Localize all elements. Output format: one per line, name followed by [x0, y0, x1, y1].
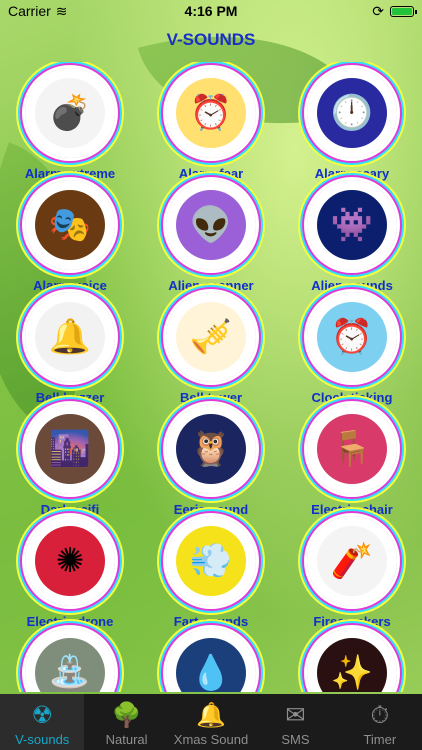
sound-label: Alien sounds: [311, 278, 393, 293]
page-title: V-SOUNDS: [166, 30, 256, 49]
sound-badge[interactable]: 🦉: [166, 404, 256, 494]
tab-sms[interactable]: ✉ SMS: [253, 694, 337, 750]
sound-item[interactable]: 🎭 Alarm voice: [0, 180, 140, 293]
sound-label: Bell tower: [179, 390, 243, 405]
tab-label: Natural: [105, 732, 148, 747]
tab-label: Xmas Sound: [173, 732, 249, 747]
sound-item[interactable]: 🕛 Alarm scary: [282, 68, 422, 181]
sound-item[interactable]: 🎺 Bell tower: [141, 292, 281, 405]
sound-badge[interactable]: 🧨: [307, 516, 397, 606]
battery-icon: [390, 5, 417, 17]
sound-label: Alien scanner: [168, 278, 254, 293]
sound-item[interactable]: ⛲: [0, 628, 140, 692]
sound-item[interactable]: ⏰ Alarm fear: [141, 68, 281, 181]
battery-fill: [392, 7, 412, 15]
tab-xmas-sound[interactable]: 🔔 Xmas Sound: [169, 694, 253, 750]
sound-item[interactable]: 💨 Fart sounds: [141, 516, 281, 629]
sound-item[interactable]: 👽 Alien scanner: [141, 180, 281, 293]
sound-label: Dark scifi: [40, 502, 100, 517]
alien-icon: 👽: [176, 190, 246, 260]
sound-label: Eerie sound: [173, 502, 249, 517]
sound-grid: 💣 Alarm extreme ⏰ Alarm fear 🕛 Alarm scary 🎭 Al…: [0, 62, 422, 692]
sound-badge[interactable]: 🔔: [25, 292, 115, 382]
tree-icon: 🌳: [111, 702, 142, 729]
sound-label: Clock ticking: [311, 390, 393, 405]
sound-item[interactable]: 🪑 Electric chair: [282, 404, 422, 517]
tab-bar: ☢ V-sounds 🌳 Natural 🔔 Xmas Sound ✉ SMS ⏱ Timer: [0, 694, 422, 750]
sound-label: Electric chair: [311, 502, 393, 517]
wifi-icon: ≋: [55, 2, 68, 19]
sound-badge[interactable]: ⏰: [307, 292, 397, 382]
sound-label: Fart sounds: [173, 614, 249, 629]
tab-label: SMS: [281, 732, 310, 747]
sound-item[interactable]: 🦉 Eerie sound: [141, 404, 281, 517]
starburst-icon: ✨: [317, 638, 387, 692]
sound-item[interactable]: 💧: [141, 628, 281, 692]
sound-item[interactable]: 💣 Alarm extreme: [0, 68, 140, 181]
sound-label: Bell buzzer: [35, 390, 105, 405]
sound-badge[interactable]: 👽: [166, 180, 256, 270]
sound-badge[interactable]: 🌆: [25, 404, 115, 494]
sound-badge[interactable]: 🎺: [166, 292, 256, 382]
kirby-icon: 🎺: [176, 302, 246, 372]
status-time: 4:16 PM: [184, 3, 238, 19]
sound-label: Alarm fear: [178, 166, 244, 181]
sound-item[interactable]: 🌆 Dark scifi: [0, 404, 140, 517]
tab-v-sounds[interactable]: ☢ V-sounds: [0, 694, 85, 750]
sound-item[interactable]: 👾 Alien sounds: [282, 180, 422, 293]
status-right: ⟳: [372, 2, 417, 20]
sound-badge[interactable]: 🎭: [25, 180, 115, 270]
sound-item[interactable]: 🧨 Firecrackers: [282, 516, 422, 629]
fart-sign-icon: 💨: [176, 526, 246, 596]
tab-natural[interactable]: 🌳 Natural: [84, 694, 168, 750]
sound-badge[interactable]: ✺: [25, 516, 115, 606]
dark-clock-icon: 🕛: [317, 78, 387, 148]
tab-label: Timer: [363, 732, 397, 747]
sound-badge[interactable]: 💨: [166, 516, 256, 606]
envelope-icon: ✉: [285, 702, 306, 729]
sound-badge[interactable]: 👾: [307, 180, 397, 270]
golden-face-icon: 🎭: [35, 190, 105, 260]
fountain-icon: ⛲: [35, 638, 105, 692]
sound-badge[interactable]: 💧: [166, 628, 256, 692]
sound-badge[interactable]: ⛲: [25, 628, 115, 692]
radiation-icon: ☢: [31, 702, 53, 729]
tab-label: V-sounds: [15, 732, 70, 747]
sound-label: Alarm extreme: [24, 166, 116, 181]
tab-timer[interactable]: ⏱ Timer: [338, 694, 422, 750]
sound-item[interactable]: ⏰ Clock ticking: [282, 292, 422, 405]
sound-badge[interactable]: ⏰: [166, 68, 256, 158]
sound-label: Alarm voice: [33, 278, 107, 293]
clock-icon: ⏰: [317, 302, 387, 372]
firecracker-icon: 🧨: [317, 526, 387, 596]
bomb-icon: 💣: [35, 78, 105, 148]
timer-icon: ⏱: [370, 702, 390, 729]
sound-badge[interactable]: 🪑: [307, 404, 397, 494]
sound-item[interactable]: 🔔 Bell buzzer: [0, 292, 140, 405]
water-fan-icon: 💧: [176, 638, 246, 692]
sound-item[interactable]: ✨: [282, 628, 422, 692]
bell-icon: 🔔: [196, 702, 226, 729]
alien-head-icon: 👾: [317, 190, 387, 260]
city-icon: 🌆: [35, 414, 105, 484]
kaleidoscope-icon: ✺: [35, 526, 105, 596]
carrier-label: Carrier: [8, 3, 51, 19]
sound-badge[interactable]: 💣: [25, 68, 115, 158]
bells-icon: 🔔: [35, 302, 105, 372]
screen-lock-icon: ⟳: [372, 2, 384, 19]
sound-item[interactable]: ✺ Electric drone: [0, 516, 140, 629]
owl-eyes-icon: 🦉: [176, 414, 246, 484]
alarm-clock-icon: ⏰: [176, 78, 246, 148]
sound-badge[interactable]: 🕛: [307, 68, 397, 158]
sound-badge[interactable]: ✨: [307, 628, 397, 692]
status-bar: Carrier ≋ 4:16 PM ⟳: [0, 0, 422, 22]
sound-label: Alarm scary: [314, 166, 390, 181]
chair-icon: 🪑: [317, 414, 387, 484]
status-left: Carrier ≋: [8, 3, 68, 20]
sound-label: Electric drone: [26, 614, 114, 629]
sound-label: Firecrackers: [313, 614, 391, 629]
